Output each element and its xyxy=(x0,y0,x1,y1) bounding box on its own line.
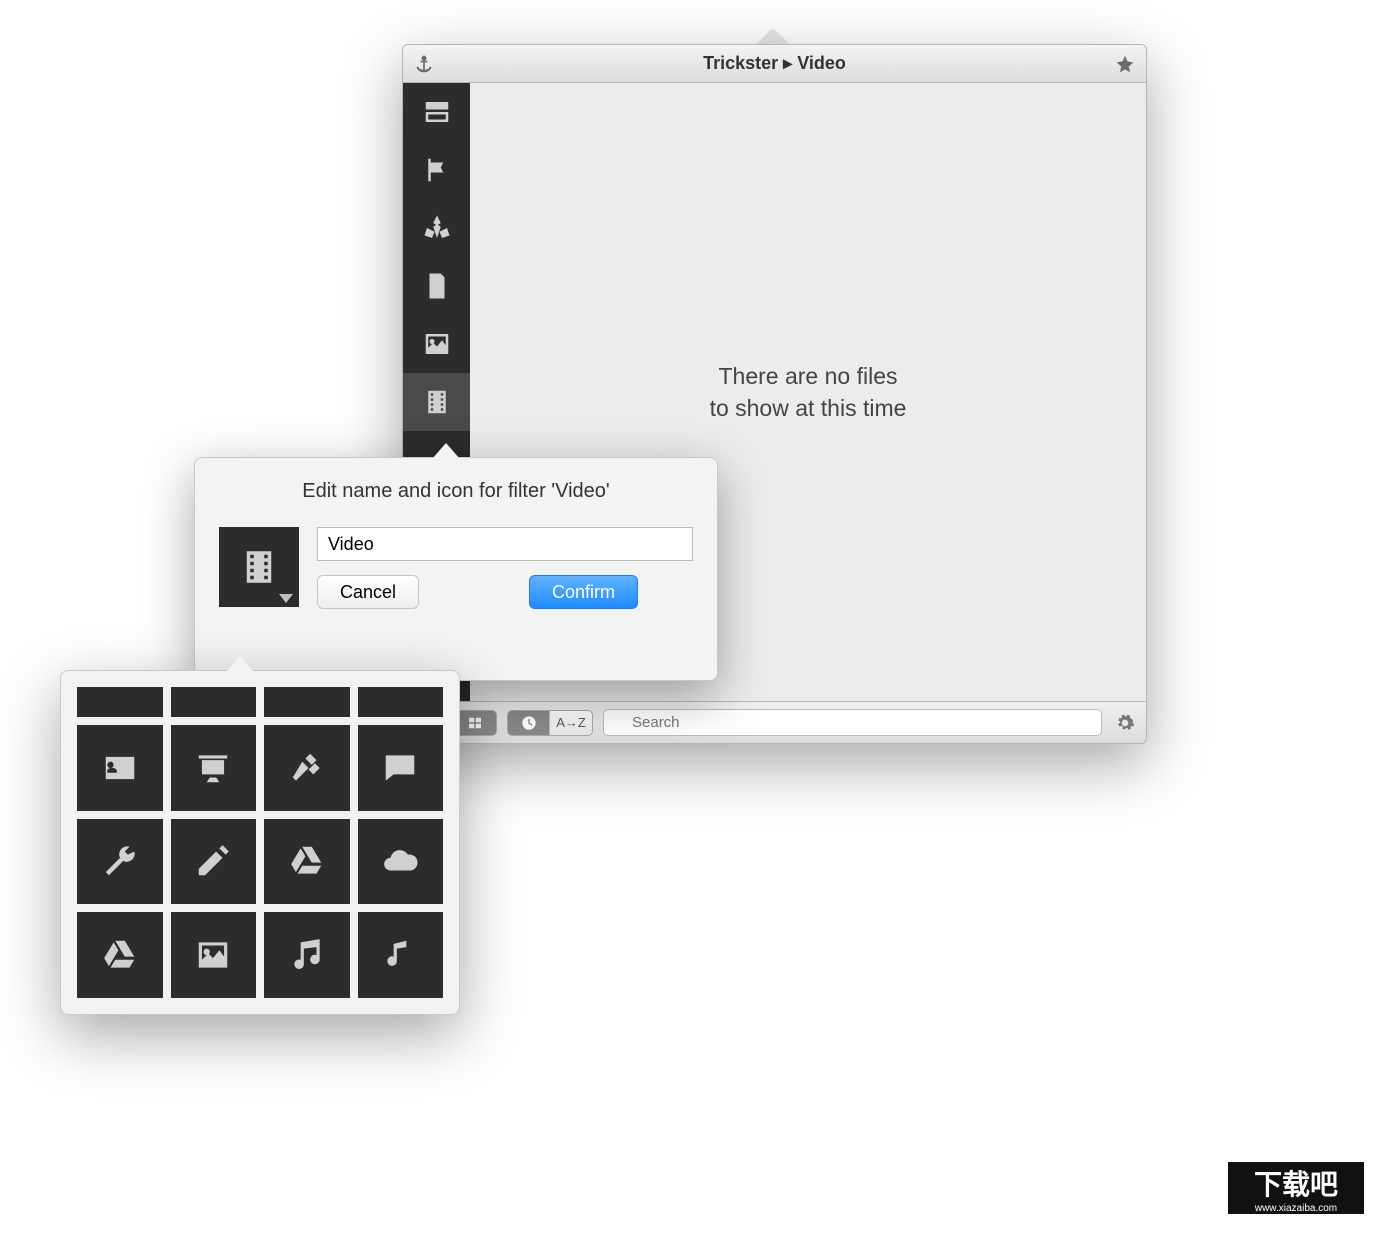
icon-option-chat[interactable] xyxy=(358,725,444,811)
star-icon[interactable] xyxy=(1114,53,1136,75)
edit-popover-title: Edit name and icon for filter 'Video' xyxy=(219,480,693,503)
icon-option-blank[interactable] xyxy=(171,687,257,717)
sort-az-button[interactable]: A→Z xyxy=(550,711,592,735)
icon-option-blank[interactable] xyxy=(77,687,163,717)
footer: A→Z xyxy=(403,701,1146,743)
anchor-icon[interactable] xyxy=(413,53,435,75)
empty-message: There are no files to show at this time xyxy=(710,360,907,424)
icon-option-id-card[interactable] xyxy=(77,725,163,811)
icon-option-cloud[interactable] xyxy=(358,819,444,905)
watermark: 下载吧 www.xiazaiba.com xyxy=(1226,1160,1366,1216)
icon-option-note[interactable] xyxy=(358,912,444,998)
icon-option-gdrive-alt[interactable] xyxy=(77,912,163,998)
view-grid-button[interactable] xyxy=(454,711,496,735)
icon-picker-popover xyxy=(60,670,460,1015)
sidebar-item-flag[interactable] xyxy=(403,141,470,199)
chevron-down-icon xyxy=(279,594,293,603)
sidebar-item-image[interactable] xyxy=(403,315,470,373)
icon-option-gavel[interactable] xyxy=(264,725,350,811)
edit-popover: Edit name and icon for filter 'Video' Ca… xyxy=(194,457,718,681)
icon-option-music[interactable] xyxy=(264,912,350,998)
icon-option-gdrive[interactable] xyxy=(264,819,350,905)
icon-option-image[interactable] xyxy=(171,912,257,998)
icon-picker-button[interactable] xyxy=(219,527,299,607)
sidebar-item-apps[interactable] xyxy=(403,199,470,257)
sort-segment: A→Z xyxy=(507,710,593,736)
watermark-url: www.xiazaiba.com xyxy=(1255,1203,1337,1214)
empty-line-2: to show at this time xyxy=(710,392,907,424)
icon-grid xyxy=(77,687,443,998)
filter-name-input[interactable] xyxy=(317,527,693,561)
icon-option-pencil[interactable] xyxy=(171,819,257,905)
titlebar: Trickster ▸ Video xyxy=(403,45,1146,83)
cancel-button[interactable]: Cancel xyxy=(317,575,419,609)
search-wrap xyxy=(603,709,1102,736)
watermark-text: 下载吧 xyxy=(1254,1163,1338,1203)
search-input[interactable] xyxy=(603,709,1102,736)
icon-option-blank[interactable] xyxy=(358,687,444,717)
icon-option-blank[interactable] xyxy=(264,687,350,717)
icon-option-presentation[interactable] xyxy=(171,725,257,811)
icon-option-wrench[interactable] xyxy=(77,819,163,905)
edit-popover-caret xyxy=(432,443,460,459)
settings-button[interactable] xyxy=(1112,713,1138,733)
icon-popover-caret xyxy=(226,656,254,672)
sidebar-item-document[interactable] xyxy=(403,257,470,315)
empty-line-1: There are no files xyxy=(710,360,907,392)
sidebar-item-inbox[interactable] xyxy=(403,83,470,141)
confirm-button[interactable]: Confirm xyxy=(529,575,638,609)
window-title: Trickster ▸ Video xyxy=(435,53,1114,74)
sidebar-item-video[interactable] xyxy=(403,373,470,431)
sort-recent-button[interactable] xyxy=(508,711,550,735)
